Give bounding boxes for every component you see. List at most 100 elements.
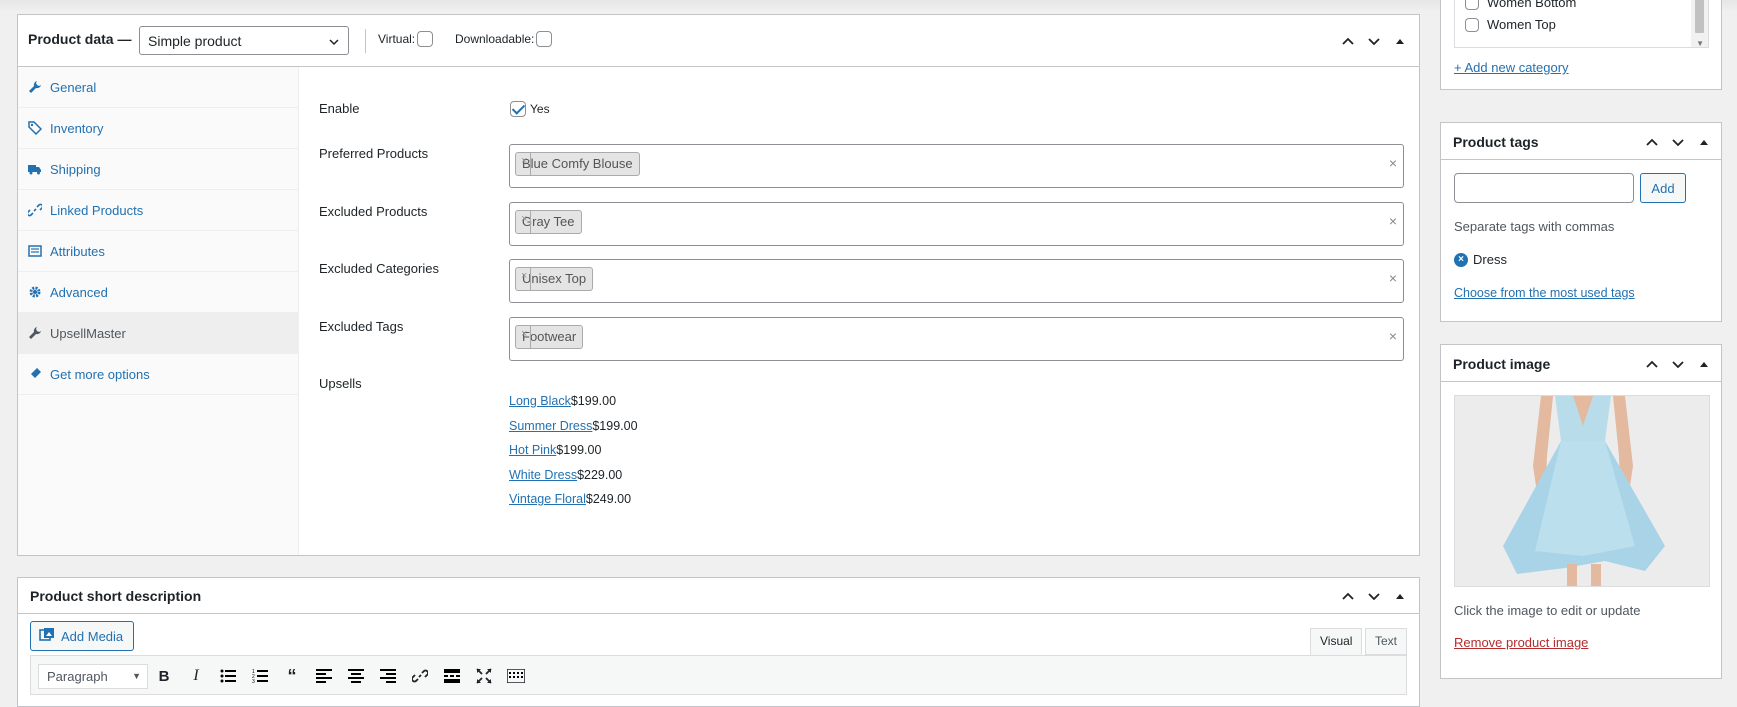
product-data-header: Product data — Simple product Virtual: D… — [18, 15, 1419, 67]
svg-text:3: 3 — [252, 679, 255, 683]
chip-label: Blue Comfy Blouse — [522, 156, 633, 171]
fullscreen-icon[interactable] — [473, 666, 495, 686]
upsell-link[interactable]: Hot Pink — [509, 443, 556, 457]
product-type-select[interactable]: Simple product — [139, 26, 349, 55]
chip-divider — [530, 326, 531, 348]
category-checklist: Women Bottom Women Top ▼ — [1454, 0, 1709, 48]
selected-chip: × Footwear — [515, 325, 584, 349]
add-media-button[interactable]: Add Media — [30, 621, 134, 651]
move-down-icon[interactable] — [1365, 587, 1383, 605]
category-checkbox[interactable] — [1465, 0, 1479, 10]
move-up-icon[interactable] — [1643, 355, 1661, 373]
tab-inventory[interactable]: Inventory — [18, 108, 298, 149]
product-data-title: Product data — — [28, 31, 132, 47]
new-tag-input[interactable] — [1454, 173, 1634, 203]
upsell-link[interactable]: Summer Dress — [509, 419, 592, 433]
upsell-price: $199.00 — [570, 394, 617, 408]
wrench-icon — [28, 326, 42, 340]
toolbar-toggle-icon[interactable] — [505, 666, 527, 686]
bullet-list-icon[interactable] — [217, 666, 239, 686]
tab-linked-products[interactable]: Linked Products — [18, 190, 298, 231]
align-left-icon[interactable] — [313, 666, 335, 686]
choose-most-used-tags-link[interactable]: Choose from the most used tags — [1454, 286, 1635, 300]
product-data-box: Product data — Simple product Virtual: D… — [17, 14, 1420, 556]
tab-text[interactable]: Text — [1365, 628, 1408, 655]
scrollbar[interactable]: ▼ — [1691, 0, 1708, 47]
tab-general[interactable]: General — [18, 67, 298, 108]
chip-divider — [530, 153, 531, 175]
chip-divider — [530, 268, 531, 290]
product-tags-title: Product tags — [1453, 134, 1539, 150]
clear-icon[interactable]: × — [1389, 155, 1397, 171]
move-up-icon[interactable] — [1339, 32, 1357, 50]
chip-remove-icon[interactable]: × — [521, 270, 527, 282]
collapse-toggle-icon[interactable] — [1695, 133, 1713, 151]
move-down-icon[interactable] — [1365, 32, 1383, 50]
selected-chip: × Blue Comfy Blouse — [515, 152, 640, 176]
blockquote-icon[interactable]: “ — [281, 666, 303, 686]
scrollbar-thumb[interactable] — [1695, 0, 1704, 33]
preferred-products-select[interactable]: × Blue Comfy Blouse × — [509, 144, 1404, 188]
upsell-link[interactable]: Vintage Floral — [509, 492, 586, 506]
align-right-icon[interactable] — [377, 666, 399, 686]
category-item: Women Top — [1465, 17, 1556, 32]
upsell-link[interactable]: Long Black — [509, 394, 571, 408]
collapse-toggle-icon[interactable] — [1391, 32, 1409, 50]
chip-remove-icon[interactable]: × — [521, 213, 527, 225]
tab-label: Linked Products — [50, 202, 144, 218]
virtual-option: Virtual: — [378, 31, 434, 47]
excluded-categories-select[interactable]: × Unisex Top × — [509, 259, 1404, 303]
box-handles — [1643, 355, 1713, 373]
tag-item: × Dress — [1454, 252, 1507, 267]
chip-divider — [530, 211, 531, 233]
format-value: Paragraph — [47, 669, 108, 684]
tab-attributes[interactable]: Attributes — [18, 231, 298, 272]
clear-icon[interactable]: × — [1389, 213, 1397, 229]
add-tag-button[interactable]: Add — [1640, 173, 1686, 203]
italic-icon[interactable]: I — [185, 666, 207, 686]
tab-get-more-options[interactable]: Get more options — [18, 354, 298, 395]
tab-upsellmaster[interactable]: UpsellMaster — [18, 313, 298, 354]
move-up-icon[interactable] — [1339, 587, 1357, 605]
chip-remove-icon[interactable]: × — [521, 155, 527, 167]
remove-product-image-link[interactable]: Remove product image — [1454, 635, 1588, 650]
clear-icon[interactable]: × — [1389, 270, 1397, 286]
remove-tag-icon[interactable]: × — [1454, 252, 1468, 267]
scroll-down-icon[interactable]: ▼ — [1696, 39, 1704, 47]
selected-chip: × Gray Tee — [515, 210, 582, 234]
collapse-toggle-icon[interactable] — [1695, 355, 1713, 373]
category-checkbox[interactable] — [1465, 17, 1479, 32]
tag-icon — [28, 121, 42, 135]
virtual-checkbox[interactable] — [417, 31, 434, 47]
read-more-icon[interactable] — [441, 666, 463, 686]
list-item: Long Black$199.00 — [509, 389, 638, 414]
upsell-price: $249.00 — [585, 492, 632, 506]
enable-checkbox[interactable] — [510, 101, 526, 117]
downloadable-checkbox[interactable] — [536, 31, 553, 47]
upsell-link[interactable]: White Dress — [509, 468, 577, 482]
align-center-icon[interactable] — [345, 666, 367, 686]
format-select[interactable]: Paragraph ▼ — [38, 664, 148, 689]
selected-chip: × Unisex Top — [515, 267, 594, 291]
move-down-icon[interactable] — [1669, 133, 1687, 151]
excluded-products-select[interactable]: × Gray Tee × — [509, 202, 1404, 246]
tab-visual[interactable]: Visual — [1310, 628, 1363, 655]
product-type-value: Simple product — [148, 33, 242, 49]
numbered-list-icon[interactable]: 123 — [249, 666, 271, 686]
category-item: Women Bottom — [1465, 0, 1576, 10]
product-image-thumbnail[interactable] — [1454, 395, 1710, 587]
chip-remove-icon[interactable]: × — [521, 328, 527, 340]
move-up-icon[interactable] — [1643, 133, 1661, 151]
excluded-tags-select[interactable]: × Footwear × — [509, 317, 1404, 361]
link-icon[interactable] — [409, 666, 431, 686]
tab-advanced[interactable]: Advanced — [18, 272, 298, 313]
product-image-header: Product image — [1441, 345, 1721, 382]
tab-shipping[interactable]: Shipping — [18, 149, 298, 190]
collapse-toggle-icon[interactable] — [1391, 587, 1409, 605]
move-down-icon[interactable] — [1669, 355, 1687, 373]
clear-icon[interactable]: × — [1389, 328, 1397, 344]
list-item: Vintage Floral$249.00 — [509, 487, 638, 512]
bold-icon[interactable]: B — [153, 666, 175, 686]
box-handles — [1643, 133, 1713, 151]
add-new-category-link[interactable]: + Add new category — [1454, 60, 1569, 75]
